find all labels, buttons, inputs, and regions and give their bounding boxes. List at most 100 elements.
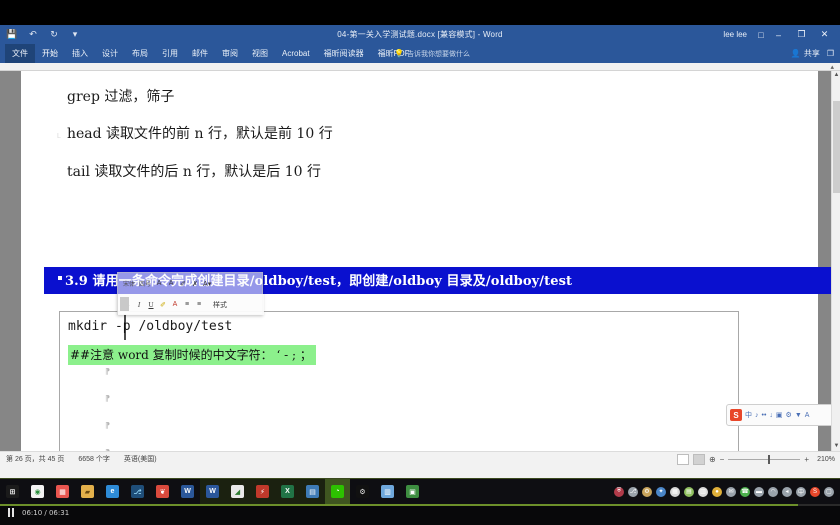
share-button[interactable]: 👤 共享 (791, 48, 820, 59)
code-block[interactable]: mkdir -p /oldboy/test ##注意 word 复制时候的中文字… (59, 311, 739, 451)
vertical-scrollbar[interactable]: ▲ ▼ (831, 71, 840, 451)
zoom-slider[interactable] (728, 454, 801, 465)
tab-references[interactable]: 引用 (155, 44, 185, 63)
restore-button[interactable]: ❐ (790, 25, 813, 44)
word-count[interactable]: 6658 个字 (78, 454, 110, 464)
word-window-icon[interactable]: W (200, 478, 225, 505)
ime-tone-icon[interactable]: ♪ (755, 412, 759, 419)
tab-foxit-reader[interactable]: 福昕阅读器 (317, 44, 371, 63)
page-indicator[interactable]: 第 26 页，共 45 页 (6, 454, 64, 464)
font-size-box[interactable]: 四号 (139, 279, 151, 288)
xshell-icon[interactable]: ⎇ (125, 479, 150, 505)
zoom-level-icon[interactable]: ⊕ (709, 455, 716, 464)
tab-acrobat[interactable]: Acrobat (275, 44, 317, 63)
tray-network-icon[interactable]: ⎇ (628, 486, 638, 497)
mini-format-toolbar[interactable]: 宋体 四号 A A ✐ ✗ A▾ B I U ✐ A ≡ ≡ 样式 (117, 272, 264, 315)
language-indicator[interactable]: 英语(美国) (124, 454, 157, 464)
toolbar-grip-handle[interactable] (120, 297, 129, 311)
pause-button[interactable] (8, 508, 14, 517)
foxit-icon[interactable]: ◢ (225, 478, 250, 505)
sogou-logo-icon[interactable]: S (730, 409, 742, 421)
tray-app1-icon[interactable]: ▦ (670, 486, 680, 497)
tray-sogou-icon[interactable]: S (810, 486, 820, 497)
ribbon-display-options-icon[interactable]: □ (755, 25, 767, 44)
start-button[interactable]: ⊞ (0, 479, 25, 505)
file-explorer-icon[interactable]: ▰ (75, 479, 100, 505)
tray-driver-icon[interactable]: ⚙ (642, 486, 652, 497)
store-icon[interactable]: ▦ (50, 479, 75, 505)
minimize-button[interactable]: – (767, 25, 790, 44)
tray-battery-icon[interactable]: ▬ (754, 486, 764, 497)
tab-review[interactable]: 审阅 (215, 44, 245, 63)
comments-icon[interactable]: ❐ (827, 49, 834, 58)
tray-ime-icon[interactable]: 中 (796, 486, 806, 497)
account-name[interactable]: lee lee (723, 30, 747, 39)
print-layout-view-button[interactable] (692, 453, 705, 465)
font-color-button[interactable]: A (171, 298, 179, 311)
video-player-bar[interactable]: 06:10 / 06:31 (0, 504, 840, 525)
ime-skin-icon[interactable]: ▼ (795, 412, 802, 419)
underline-button[interactable]: U (147, 298, 155, 311)
settings-icon[interactable]: ⚙ (350, 479, 375, 505)
notepad-icon[interactable]: ▥ (375, 479, 400, 505)
tray-mail-icon[interactable]: ✉ (726, 486, 736, 497)
highlight-button[interactable]: ✐ (159, 298, 167, 311)
ime-mode-label[interactable]: 中 (745, 410, 752, 420)
numbering-button[interactable]: ≡ (195, 298, 203, 311)
scrollbar-thumb[interactable] (833, 101, 840, 193)
xshell-icon-glyph: ⎇ (131, 485, 144, 498)
ime-toolbox-icon[interactable]: ⚙ (786, 411, 792, 419)
chrome-icon[interactable]: ◉ (25, 479, 50, 505)
tab-home[interactable]: 开始 (35, 44, 65, 63)
shrink-font-icon[interactable]: A (167, 277, 175, 290)
tray-shield-icon[interactable]: ⛨ (614, 486, 624, 497)
zoom-out-button[interactable]: − (720, 455, 725, 464)
scroll-up-icon[interactable]: ▲ (832, 71, 840, 80)
action-center-icon[interactable]: ▢ (824, 486, 834, 497)
camtasia-icon[interactable]: ▣ (400, 479, 425, 505)
tab-view[interactable]: 视图 (245, 44, 275, 63)
tray-app2-icon[interactable]: ▤ (684, 486, 694, 497)
tell-me-search-box[interactable]: 💡 告诉我你想要做什么 (394, 47, 470, 60)
word-pinned-icon[interactable]: W (175, 479, 200, 505)
tab-insert[interactable]: 插入 (65, 44, 95, 63)
scroll-down-icon[interactable]: ▼ (832, 442, 840, 451)
styles-button[interactable]: 样式 (213, 298, 227, 311)
tab-layout[interactable]: 布局 (125, 44, 155, 63)
qq-icon[interactable]: ❦ (150, 479, 175, 505)
close-button[interactable]: ✕ (813, 25, 836, 44)
styles-arrow-icon[interactable]: A▾ (203, 277, 211, 290)
tray-phone-icon[interactable]: ☎ (740, 486, 750, 497)
wechat-icon[interactable]: ◔ (325, 478, 350, 505)
edge-icon[interactable]: e (100, 479, 125, 505)
tray-volume-icon[interactable]: ◂ (782, 486, 792, 497)
zoom-slider-knob[interactable] (768, 454, 771, 464)
clear-format-icon[interactable]: ✗ (191, 277, 199, 290)
tray-app3-icon[interactable]: ▥ (698, 486, 708, 497)
ime-punct-icon[interactable]: •• (762, 412, 767, 419)
ime-menu-icon[interactable]: A (805, 412, 810, 419)
tab-mailings[interactable]: 邮件 (185, 44, 215, 63)
grow-font-icon[interactable]: A (155, 277, 163, 290)
italic-button[interactable]: I (135, 298, 143, 311)
tray-antivirus-icon[interactable]: ✦ (656, 486, 666, 497)
video-progress-track[interactable] (0, 504, 840, 506)
bullets-button[interactable]: ≡ (183, 298, 191, 311)
zoom-value[interactable]: 210% (813, 456, 835, 463)
zoom-in-button[interactable]: + (804, 455, 809, 464)
font-name-box[interactable]: 宋体 (123, 279, 135, 288)
folder-window-icon[interactable]: ▤ (300, 478, 325, 505)
chevron-up-icon[interactable]: ▴ (830, 63, 834, 71)
tray-wifi-icon[interactable]: ◠ (768, 486, 778, 497)
read-mode-view-button[interactable] (676, 453, 689, 465)
ime-keyboard-icon[interactable]: ▣ (776, 411, 783, 419)
tab-file[interactable]: 文件 (5, 44, 35, 63)
flash-icon[interactable]: ⚡ (250, 478, 275, 505)
excel-icon[interactable]: X (275, 478, 300, 505)
format-painter-icon[interactable]: ✐ (179, 277, 187, 290)
sogou-ime-toolbar[interactable]: S 中 ♪ •• ↓ ▣ ⚙ ▼ A (726, 404, 838, 426)
tray-app4-icon[interactable]: ● (712, 486, 722, 497)
document-canvas[interactable]: L U M P Y C I T Y grep 过滤，筛子 head 读取文件的前… (0, 71, 840, 451)
ime-voice-icon[interactable]: ↓ (769, 412, 773, 419)
tab-design[interactable]: 设计 (95, 44, 125, 63)
